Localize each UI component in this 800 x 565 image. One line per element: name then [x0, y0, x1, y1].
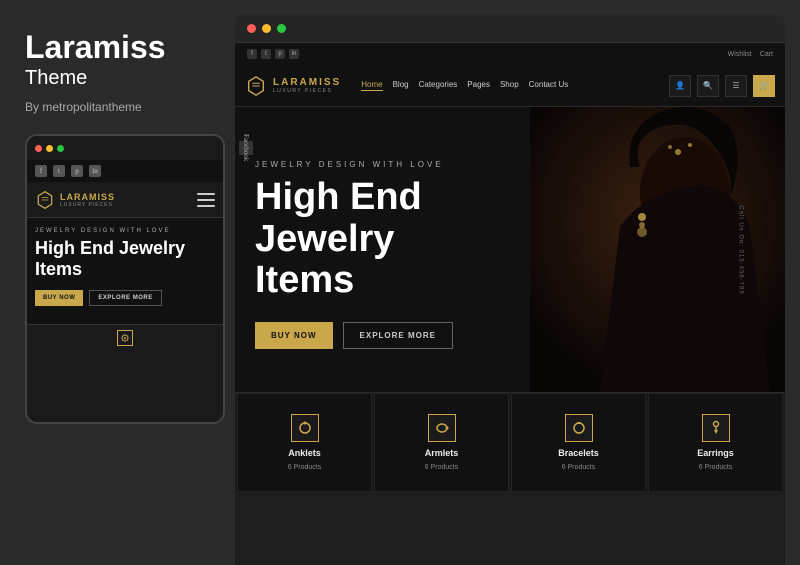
nav-shop[interactable]: Shop: [500, 80, 519, 91]
bracelets-count: 6 Products: [562, 464, 595, 471]
desktop-dot-yellow: [262, 24, 271, 33]
desktop-linkedin-icon: in: [289, 49, 299, 59]
desktop-explore-button[interactable]: EXPLORE MORE: [343, 322, 453, 349]
armlets-label: Armlets: [425, 448, 459, 458]
desktop-top-utility-bar: f t p in Wishlist Cart: [235, 43, 785, 65]
desktop-main-nav: LARAMISS LUXURY PIECES Home Blog Categor…: [235, 65, 785, 107]
mobile-twitter-icon: t: [53, 165, 65, 177]
desktop-social-icons: f t p in: [247, 49, 720, 59]
mobile-facebook-icon: f: [35, 165, 47, 177]
desktop-mockup: f t p in Wishlist Cart LARAMISS LUXURY P…: [235, 15, 785, 565]
desktop-search-icon[interactable]: 🔍: [697, 75, 719, 97]
brand-author: By metropolitantheme: [25, 100, 215, 114]
desktop-buy-button[interactable]: BUY NOW: [255, 322, 333, 349]
category-anklets[interactable]: Anklets 6 Products: [237, 393, 372, 492]
desktop-browser-content: f t p in Wishlist Cart LARAMISS LUXURY P…: [235, 43, 785, 492]
mobile-hero-title: High End Jewelry Items: [35, 238, 215, 279]
mobile-window-controls: [27, 136, 223, 160]
mobile-dot-yellow: [46, 145, 53, 152]
desktop-call-text: Call Us On: 015-456-789: [737, 205, 743, 294]
bracelets-label: Bracelets: [558, 448, 599, 458]
nav-contact[interactable]: Contact Us: [529, 80, 569, 91]
nav-home[interactable]: Home: [361, 80, 382, 91]
mobile-jewelry-icon: [117, 330, 133, 346]
mobile-pinterest-icon: p: [71, 165, 83, 177]
desktop-hero-title: High EndJewelryItems: [255, 177, 515, 302]
bracelets-icon: [565, 414, 593, 442]
desktop-pinterest-icon: p: [275, 49, 285, 59]
desktop-user-icon[interactable]: 👤: [669, 75, 691, 97]
brand-title: Laramiss: [25, 30, 215, 65]
hero-woman-svg: [530, 107, 785, 392]
mobile-explore-button[interactable]: EXPLORE MORE: [89, 290, 161, 306]
earrings-count: 6 Products: [699, 464, 732, 471]
brand-subtitle: Theme: [25, 67, 215, 90]
nav-categories[interactable]: Categories: [419, 80, 458, 91]
desktop-twitter-icon: t: [261, 49, 271, 59]
nav-pages[interactable]: Pages: [467, 80, 490, 91]
wishlist-link[interactable]: Wishlist: [728, 51, 752, 58]
earrings-label: Earrings: [697, 448, 734, 458]
desktop-hero-label: JEWELRY DESIGN WITH LOVE: [255, 160, 515, 169]
armlets-icon: [428, 414, 456, 442]
mobile-hero-label: JEWELRY DESIGN WITH LOVE: [35, 228, 215, 234]
mobile-dot-green: [57, 145, 64, 152]
desktop-cart-icon[interactable]: 🛒: [753, 75, 775, 97]
anklets-label: Anklets: [288, 448, 321, 458]
mobile-bottom-strip: [27, 324, 223, 352]
desktop-hero-buttons: BUY NOW EXPLORE MORE: [255, 322, 515, 349]
anklets-count: 6 Products: [288, 464, 321, 471]
desktop-logo-text: LARAMISS LUXURY PIECES: [273, 77, 341, 94]
desktop-nav-links: Home Blog Categories Pages Shop Contact …: [361, 80, 669, 91]
armlets-count: 6 Products: [425, 464, 458, 471]
mobile-logo-text: LARAMISS LUXURY PIECES: [60, 192, 115, 208]
desktop-facebook-icon: f: [247, 49, 257, 59]
category-earrings[interactable]: Earrings 6 Products: [648, 393, 783, 492]
nav-blog[interactable]: Blog: [393, 80, 409, 91]
mobile-hero: JEWELRY DESIGN WITH LOVE High End Jewelr…: [27, 218, 223, 323]
desktop-nav-action-icons: 👤 🔍 ☰ 🛒: [669, 75, 775, 97]
mobile-dot-red: [35, 145, 42, 152]
mobile-social-bar: f t p in: [27, 160, 223, 182]
desktop-hero-content: JEWELRY DESIGN WITH LOVE High EndJewelry…: [235, 107, 530, 392]
mobile-mockup: f t p in LARAMISS LUXURY PIECES: [25, 134, 225, 424]
mobile-hamburger-icon[interactable]: [197, 193, 215, 207]
desktop-categories-bar: Anklets 6 Products Armlets 6 Products: [235, 392, 785, 492]
mobile-buy-button[interactable]: BUY NOW: [35, 290, 83, 306]
desktop-dot-green: [277, 24, 286, 33]
desktop-logo: LARAMISS LUXURY PIECES: [245, 75, 341, 97]
anklets-icon: [291, 414, 319, 442]
cart-link[interactable]: Cart: [760, 51, 773, 58]
hero-woman-image: [530, 107, 785, 392]
desktop-hero-section: Facebook JEWELRY DESIGN WITH LOVE High E…: [235, 107, 785, 392]
category-armlets[interactable]: Armlets 6 Products: [374, 393, 509, 492]
mobile-nav: LARAMISS LUXURY PIECES: [27, 182, 223, 218]
desktop-window-controls: [235, 15, 785, 43]
mobile-linkedin-icon: in: [89, 165, 101, 177]
mobile-logo-area: LARAMISS LUXURY PIECES: [35, 190, 197, 210]
desktop-hero-image: Call Us On: 015-456-789: [530, 107, 785, 392]
desktop-dot-red: [247, 24, 256, 33]
desktop-logo-icon: [245, 75, 267, 97]
category-bracelets[interactable]: Bracelets 6 Products: [511, 393, 646, 492]
earrings-icon: [702, 414, 730, 442]
left-panel: Laramiss Theme By metropolitantheme f t …: [0, 0, 235, 550]
desktop-menu-icon[interactable]: ☰: [725, 75, 747, 97]
mobile-logo-icon: [35, 190, 55, 210]
mobile-hero-buttons: BUY NOW EXPLORE MORE: [35, 290, 215, 306]
